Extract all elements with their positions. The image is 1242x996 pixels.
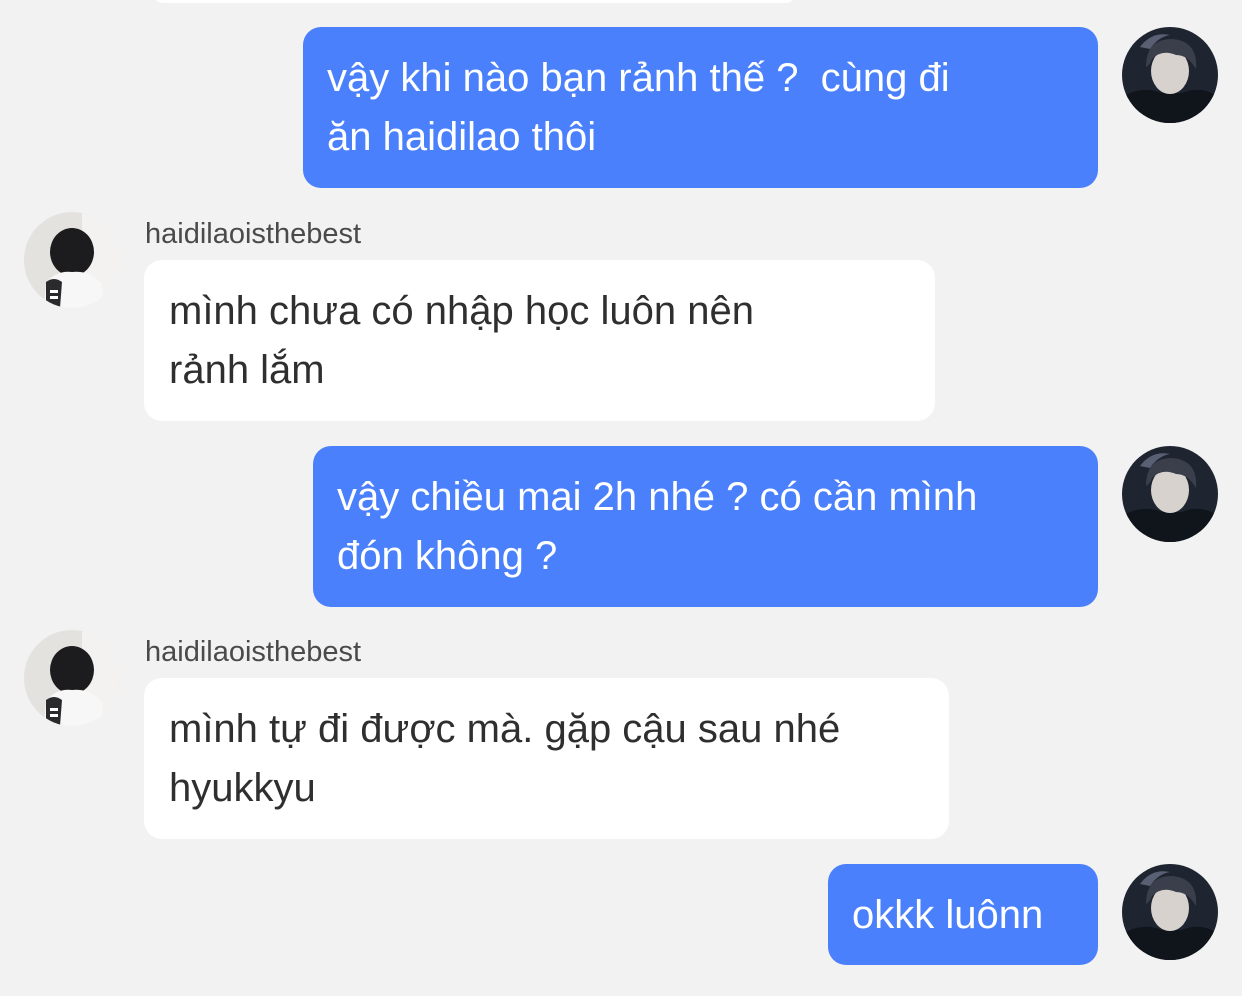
my-avatar-image [1122,446,1218,542]
message-bubble-outgoing[interactable]: vậy chiều mai 2h nhé ? có cần mình đón k… [313,446,1098,607]
my-avatar[interactable] [1122,864,1218,960]
previous-message-bubble-edge[interactable] [152,0,797,3]
contact-avatar[interactable] [24,212,120,308]
contact-avatar-image [24,212,120,308]
message-bubble-outgoing[interactable]: vậy khi nào bạn rảnh thế ? cùng đi ăn ha… [303,27,1098,188]
message-bubble-incoming[interactable]: mình tự đi được mà. gặp cậu sau nhé hyuk… [144,678,949,839]
sender-name: haidilaoisthebest [145,218,362,250]
message-bubble-incoming[interactable]: mình chưa có nhập học luôn nên rảnh lắm [144,260,935,421]
message-bubble-outgoing[interactable]: okkk luônn [828,864,1098,965]
my-avatar-image [1122,864,1218,960]
my-avatar[interactable] [1122,446,1218,542]
my-avatar[interactable] [1122,27,1218,123]
contact-avatar-image [24,630,120,726]
my-avatar-image [1122,27,1218,123]
sender-name: haidilaoisthebest [145,636,362,668]
chat-thread: vậy khi nào bạn rảnh thế ? cùng đi ăn ha… [0,0,1242,996]
contact-avatar[interactable] [24,630,120,726]
